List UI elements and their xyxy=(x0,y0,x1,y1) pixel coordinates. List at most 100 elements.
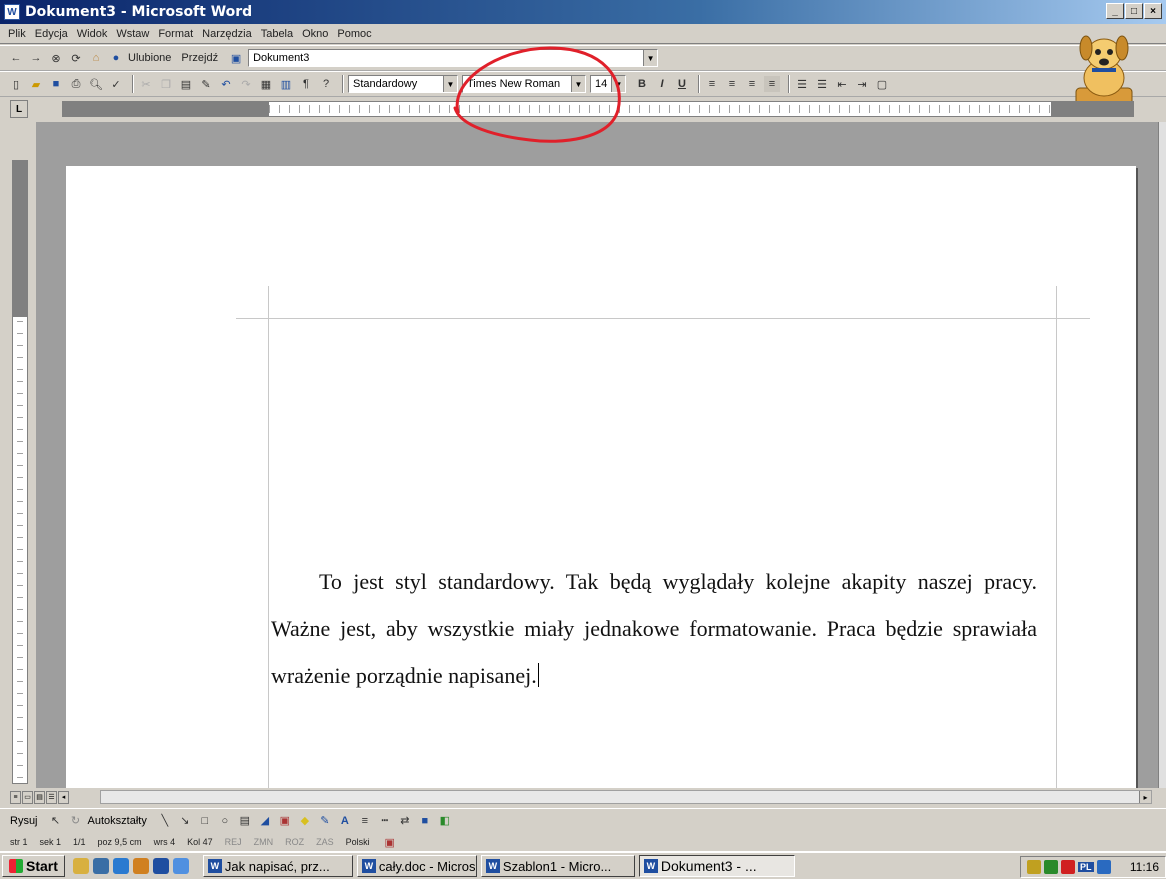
line-style-icon[interactable]: ≡ xyxy=(357,813,373,829)
maximize-icon[interactable]: □ xyxy=(1125,3,1143,19)
bold-button[interactable]: B xyxy=(634,76,650,92)
favorites-menu[interactable]: Ulubione xyxy=(128,52,171,64)
media-icon[interactable] xyxy=(132,858,149,874)
oval-icon[interactable]: ○ xyxy=(217,813,233,829)
wordart-icon[interactable]: ◢ xyxy=(257,813,273,829)
show-hide-icon[interactable]: ¶ xyxy=(298,76,314,92)
document-page[interactable]: To jest styl standardowy. Tak będą wyglą… xyxy=(66,166,1136,788)
print-preview-icon[interactable]: 🔍︎ xyxy=(88,76,104,92)
underline-button[interactable]: U xyxy=(674,76,690,92)
normal-view-icon[interactable]: ≡ xyxy=(10,790,21,804)
format-painter-icon[interactable]: ✎ xyxy=(198,76,214,92)
print-layout-icon[interactable]: ▤ xyxy=(34,790,45,804)
open-icon[interactable]: ▰ xyxy=(28,76,44,92)
spelling-icon[interactable]: ✓ xyxy=(108,76,124,92)
word-icon[interactable]: W xyxy=(4,4,20,20)
copy-icon[interactable]: ❐ xyxy=(158,76,174,92)
clip-art-icon[interactable]: ▣ xyxy=(277,813,293,829)
home-icon[interactable]: ⌂ xyxy=(88,50,104,66)
minimize-icon[interactable]: _ xyxy=(1106,3,1124,19)
taskbar-item[interactable]: W cały.doc - Micros... xyxy=(356,855,477,877)
arrow-icon[interactable]: ↘ xyxy=(177,813,193,829)
outlook-icon[interactable] xyxy=(172,858,189,874)
horizontal-ruler[interactable] xyxy=(62,101,1134,117)
web-layout-icon[interactable]: ▭ xyxy=(22,790,33,804)
font-size-dropdown[interactable]: 14 ▼ xyxy=(590,75,626,93)
address-field[interactable]: Dokument3 ▼ xyxy=(248,49,659,67)
select-objects-icon[interactable]: ↖ xyxy=(48,813,64,829)
save-icon[interactable]: ■ xyxy=(48,76,64,92)
numbering-icon[interactable]: ☰ xyxy=(794,76,810,92)
menu-help[interactable]: Pomoc xyxy=(337,28,371,40)
search-web-icon[interactable]: ● xyxy=(108,50,124,66)
chevron-down-icon[interactable]: ▼ xyxy=(443,76,457,92)
chevron-down-icon[interactable]: ▼ xyxy=(611,76,625,92)
free-rotate-icon[interactable]: ↻ xyxy=(68,813,84,829)
back-icon[interactable]: ← xyxy=(8,50,24,66)
menu-tools[interactable]: Narzędzia xyxy=(202,28,252,40)
close-icon[interactable]: × xyxy=(1144,3,1162,19)
status-mode-trk[interactable]: ZMN xyxy=(254,837,274,847)
fill-color-icon[interactable]: ◆ xyxy=(297,813,313,829)
new-document-icon[interactable]: ▯ xyxy=(8,76,24,92)
status-language[interactable]: Polski xyxy=(346,837,370,847)
disk-icon[interactable] xyxy=(152,858,169,874)
menu-insert[interactable]: Wstaw xyxy=(116,28,149,40)
outline-view-icon[interactable]: ☰ xyxy=(46,790,57,804)
rectangle-icon[interactable]: □ xyxy=(197,813,213,829)
style-dropdown[interactable]: Standardowy ▼ xyxy=(348,75,458,93)
line-icon[interactable]: ╲ xyxy=(157,813,173,829)
font-color-icon[interactable]: A xyxy=(337,813,353,829)
undo-icon[interactable]: ↶ xyxy=(218,76,234,92)
shadow-icon[interactable]: ■ xyxy=(417,813,433,829)
insert-table-icon[interactable]: ▦ xyxy=(258,76,274,92)
network-icon[interactable] xyxy=(1044,860,1058,874)
status-mode-ext[interactable]: ROZ xyxy=(285,837,304,847)
chevron-down-icon[interactable]: ▼ xyxy=(571,76,585,92)
forward-icon[interactable]: → xyxy=(28,50,44,66)
show-only-web-toolbar-icon[interactable]: ▣ xyxy=(228,50,244,66)
font-dropdown[interactable]: Times New Roman ▼ xyxy=(462,75,586,93)
chevron-down-icon[interactable]: ▼ xyxy=(643,50,658,66)
taskbar-item[interactable]: W Jak napisać, prz... xyxy=(202,855,353,877)
bullets-icon[interactable]: ☰ xyxy=(814,76,830,92)
line-color-icon[interactable]: ✎ xyxy=(317,813,333,829)
scroll-right-icon[interactable]: ▸ xyxy=(1139,791,1151,803)
align-left-icon[interactable]: ≡ xyxy=(704,76,720,92)
italic-button[interactable]: I xyxy=(654,76,670,92)
menu-edit[interactable]: Edycja xyxy=(35,28,68,40)
print-icon[interactable]: ⎙ xyxy=(68,76,84,92)
refresh-icon[interactable]: ⟳ xyxy=(68,50,84,66)
border-icon[interactable]: ▢ xyxy=(874,76,890,92)
taskbar-item-active[interactable]: W Dokument3 - ... xyxy=(638,855,795,877)
vertical-ruler[interactable] xyxy=(12,160,28,784)
justify-icon[interactable]: ≡ xyxy=(764,76,780,92)
help-icon[interactable]: ? xyxy=(318,76,334,92)
taskbar-item[interactable]: W Szablon1 - Micro... xyxy=(480,855,635,877)
menu-view[interactable]: Widok xyxy=(77,28,108,40)
redo-icon[interactable]: ↷ xyxy=(238,76,254,92)
start-button[interactable]: Start xyxy=(2,855,65,877)
increase-indent-icon[interactable]: ⇥ xyxy=(854,76,870,92)
antivirus-icon[interactable] xyxy=(1061,860,1075,874)
goto-menu[interactable]: Przejdź xyxy=(181,52,218,64)
spelling-status-icon[interactable]: ▣ xyxy=(382,834,398,850)
menu-window[interactable]: Okno xyxy=(302,28,328,40)
draw-menu[interactable]: Rysuj xyxy=(10,815,38,827)
explorer-icon[interactable] xyxy=(92,858,109,874)
scroll-left-icon[interactable]: ◂ xyxy=(58,790,69,804)
3d-icon[interactable]: ◧ xyxy=(437,813,453,829)
dash-style-icon[interactable]: ┅ xyxy=(377,813,393,829)
align-center-icon[interactable]: ≡ xyxy=(724,76,740,92)
document-paragraph[interactable]: To jest styl standardowy. Tak będą wyglą… xyxy=(271,558,1037,699)
text-box-icon[interactable]: ▤ xyxy=(237,813,253,829)
align-right-icon[interactable]: ≡ xyxy=(744,76,760,92)
status-mode-rec[interactable]: REJ xyxy=(225,837,242,847)
stop-icon[interactable]: ⊗ xyxy=(48,50,64,66)
arrow-style-icon[interactable]: ⇄ xyxy=(397,813,413,829)
decrease-indent-icon[interactable]: ⇤ xyxy=(834,76,850,92)
status-mode-ovr[interactable]: ZAS xyxy=(316,837,334,847)
tab-selector-icon[interactable]: L xyxy=(10,100,28,118)
desktop-icon[interactable] xyxy=(72,858,89,874)
internet-explorer-icon[interactable] xyxy=(112,858,129,874)
